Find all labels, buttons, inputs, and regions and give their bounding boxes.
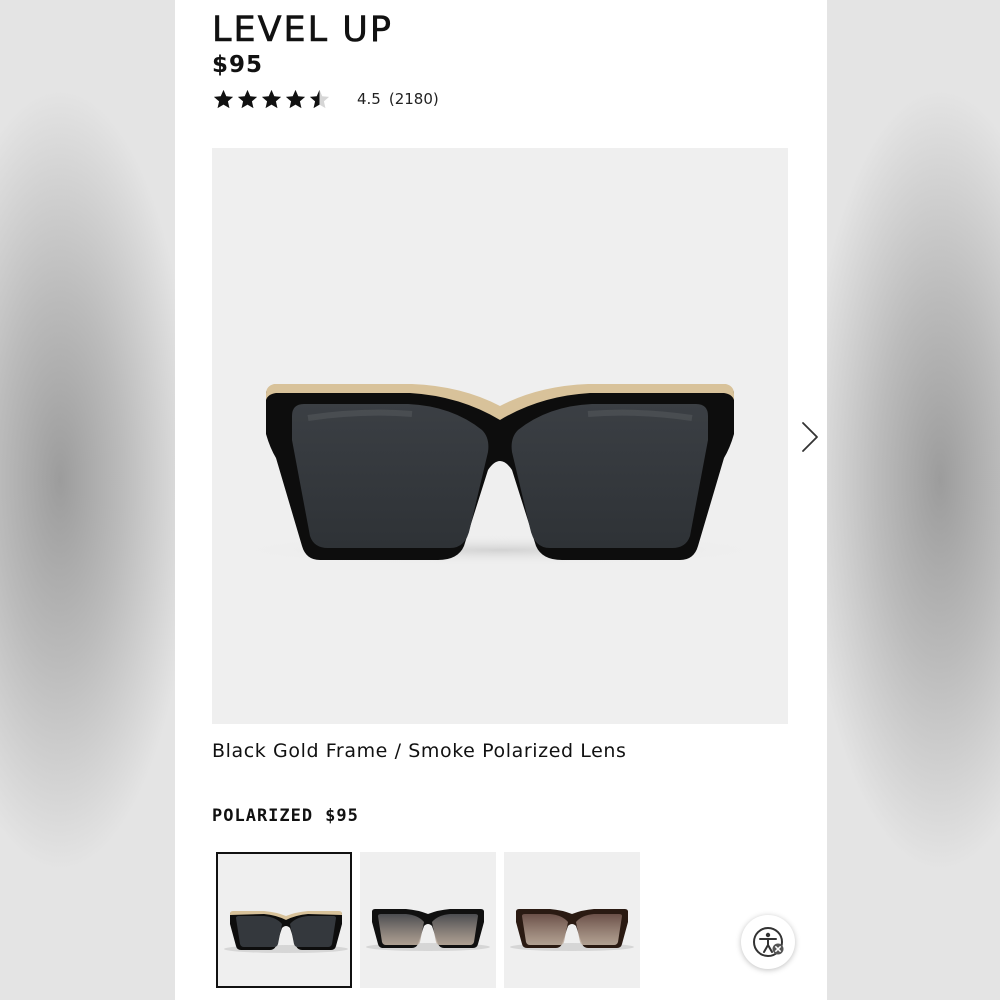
- variant-swatch[interactable]: [360, 852, 496, 988]
- option-group-name: POLARIZED: [212, 806, 314, 826]
- rating-value: 4.5: [357, 90, 381, 108]
- option-group-label: POLARIZED $95: [212, 806, 359, 826]
- star-icon: [261, 89, 282, 108]
- variant-name: Black Gold Frame / Smoke Polarized Lens: [212, 740, 627, 762]
- product-page: LEVEL UP $95 4.5 (2180) Black Gold Frame…: [175, 0, 827, 1000]
- accessibility-button[interactable]: [741, 915, 795, 969]
- star-icon: [213, 89, 234, 108]
- variant-swatch[interactable]: [216, 852, 352, 988]
- sunglasses-image: [230, 384, 770, 566]
- product-hero-image[interactable]: [212, 148, 788, 724]
- rating-row[interactable]: 4.5 (2180): [212, 86, 439, 112]
- variant-swatches: [216, 852, 640, 988]
- sunglasses-thumbnail: [224, 911, 348, 953]
- star-icon: [285, 89, 306, 108]
- chevron-right-icon: [802, 422, 818, 452]
- star-icon: [237, 89, 258, 108]
- variant-swatch[interactable]: [504, 852, 640, 988]
- rating-stars: [212, 88, 331, 111]
- rating-count: (2180): [388, 90, 439, 108]
- product-price: $95: [212, 52, 264, 78]
- sunglasses-thumbnail: [366, 909, 490, 951]
- product-title: LEVEL UP: [212, 10, 394, 51]
- accessibility-icon: [753, 927, 784, 957]
- sunglasses-thumbnail: [510, 909, 634, 951]
- carousel-next-button[interactable]: [798, 420, 822, 454]
- star-icon: [309, 89, 330, 108]
- option-group-price: $95: [325, 806, 359, 826]
